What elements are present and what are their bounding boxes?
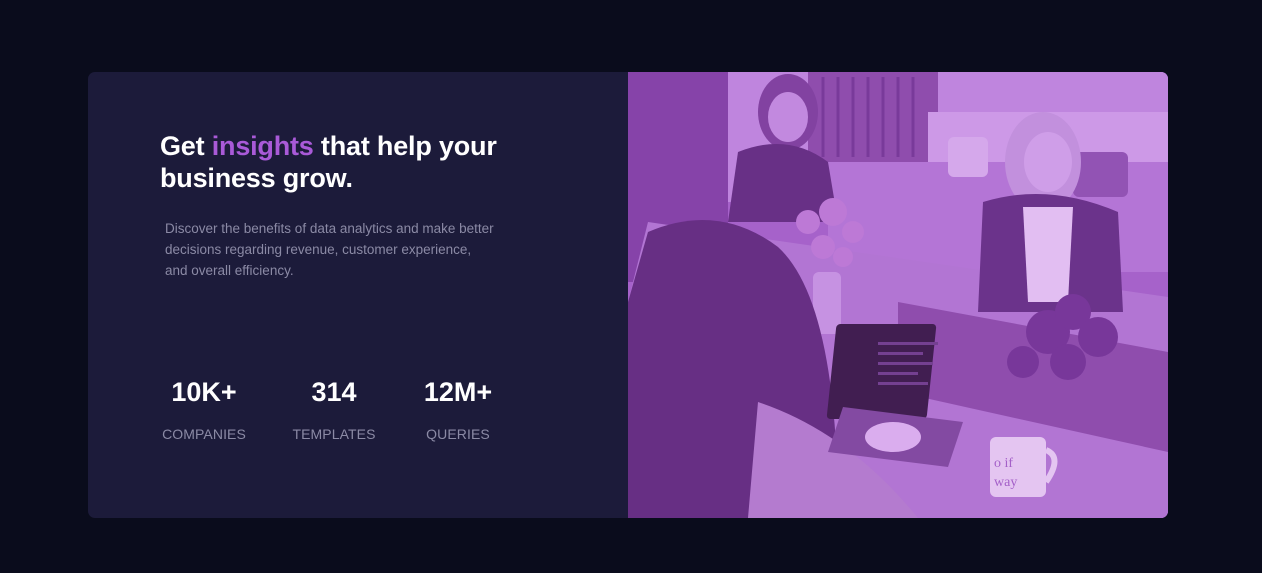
stat-label: COMPANIES (162, 426, 246, 442)
headline-start: Get (160, 131, 212, 161)
stat-value: 12M+ (423, 377, 493, 407)
stat-label: QUERIES (426, 426, 490, 442)
stat-queries: 12M+ QUERIES (414, 376, 502, 442)
stat-value: 314 (311, 377, 357, 407)
header-image: o if way (628, 72, 1168, 518)
stats-row: 10K+ COMPANIES 314 TEMPLATES 12M+ QUERIE… (160, 376, 502, 442)
description: Discover the benefits of data analytics … (165, 221, 494, 278)
stat-templates: 314 TEMPLATES (290, 376, 378, 442)
stats-preview-card: Get insights that help your business gro… (88, 72, 1168, 518)
office-photo-illustration: o if way (628, 72, 1168, 518)
image-tint-overlay (628, 72, 1168, 518)
stat-companies: 10K+ COMPANIES (160, 376, 248, 442)
stat-value: 10K+ (171, 377, 237, 407)
headline-accent: insights (211, 131, 314, 161)
card-content: Get insights that help your business gro… (88, 72, 628, 518)
headline: Get insights that help your business gro… (160, 130, 560, 194)
stat-label: TEMPLATES (292, 426, 376, 442)
